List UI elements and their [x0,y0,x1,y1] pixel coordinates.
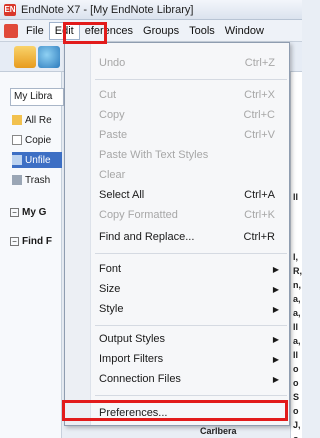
group-all-references[interactable]: All Re [12,112,62,128]
menu-paste-with-text-styles[interactable]: Paste With Text Styles [99,145,287,165]
library-mode-icon[interactable] [14,46,36,68]
menu-groups[interactable]: Groups [138,23,184,39]
menu-find-and-replace[interactable]: Find and Replace... Ctrl+R [99,227,287,247]
submenu-arrow-icon: ▶ [272,264,279,274]
edit-menu-highlight [63,22,107,44]
app-menu-icon[interactable] [4,23,18,38]
collapse-icon[interactable]: − [10,208,19,217]
menu-clear[interactable]: Clear [99,165,287,185]
preferences-highlight [62,400,288,421]
collapse-icon[interactable]: − [10,237,19,246]
my-groups-header[interactable]: − My G [10,207,46,218]
menu-undo[interactable]: Undo Ctrl+Z [99,53,287,73]
menu-copy-formatted[interactable]: Copy Formatted Ctrl+K [99,205,287,225]
unfiled-icon [12,155,22,165]
menu-tools[interactable]: Tools [184,23,220,39]
submenu-arrow-icon: ▶ [272,354,279,364]
find-full-text-header[interactable]: − Find F [10,236,52,247]
menu-cut[interactable]: Cut Ctrl+X [99,85,287,105]
menu-connection-files[interactable]: Connection Files ▶ [99,369,287,389]
menu-output-styles[interactable]: Output Styles ▶ [99,329,287,349]
title-bar: EN EndNote X7 - [My EndNote Library] [0,0,302,20]
reference-author-fragment: Carlbera [200,426,237,436]
menu-copy[interactable]: Copy Ctrl+C [99,105,287,125]
trash-icon [12,175,22,185]
submenu-arrow-icon: ▶ [272,334,279,344]
group-trash[interactable]: Trash [12,172,62,188]
menu-font[interactable]: Font ▶ [99,259,287,279]
library-dropdown[interactable]: My Libra [10,88,64,106]
submenu-arrow-icon: ▶ [272,284,279,294]
window-title: EndNote X7 - [My EndNote Library] [21,3,194,16]
document-icon [12,135,22,145]
submenu-arrow-icon: ▶ [272,304,279,314]
menu-window[interactable]: Window [220,23,269,39]
endnote-logo-icon: EN [4,3,16,16]
edit-menu: Undo Ctrl+Z Cut Ctrl+X Copy Ctrl+C Paste… [64,42,290,426]
online-search-icon[interactable] [38,46,60,68]
reference-list: ll l, R, n, a, a, ll a, ll o o S o J, o [290,72,302,438]
group-copies[interactable]: Copie [12,132,62,148]
folder-icon [12,115,22,125]
group-unfiled[interactable]: Unfile [12,152,62,168]
menu-import-filters[interactable]: Import Filters ▶ [99,349,287,369]
menu-bar: File Edit eferences Groups Tools Window [0,20,302,42]
submenu-arrow-icon: ▶ [272,374,279,384]
menu-style[interactable]: Style ▶ [99,299,287,319]
menu-select-all[interactable]: Select All Ctrl+A [99,185,287,205]
menu-size[interactable]: Size ▶ [99,279,287,299]
menu-file[interactable]: File [21,23,49,39]
menu-paste[interactable]: Paste Ctrl+V [99,125,287,145]
